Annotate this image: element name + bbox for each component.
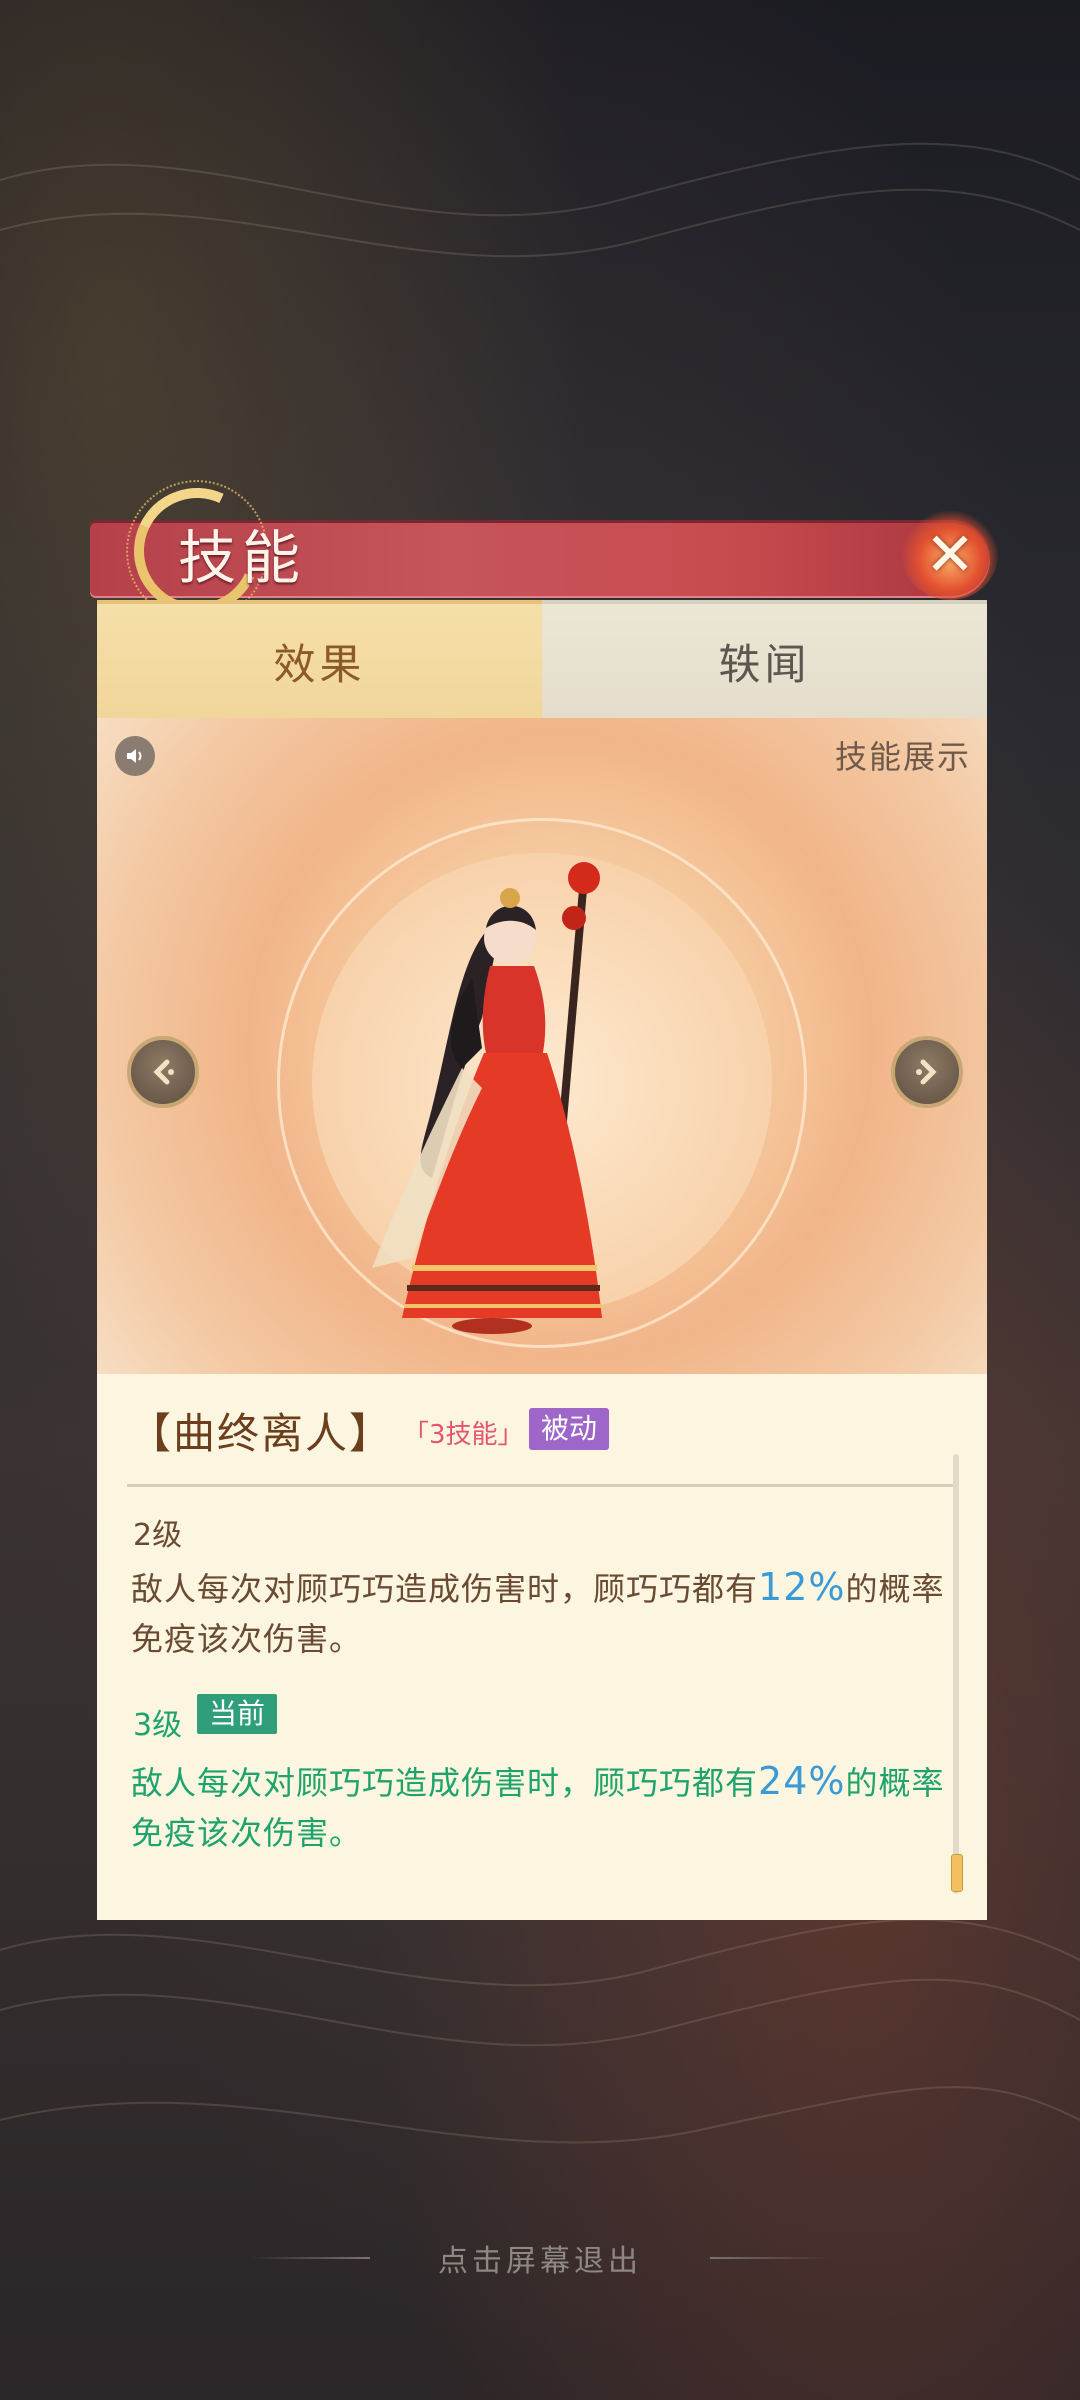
close-icon: ✕ [924,520,976,590]
current-level-badge: 当前 [197,1694,278,1734]
level-3-label: 3级 [133,1708,183,1743]
tab-anecdote[interactable]: 轶闻 [542,600,987,718]
tab-bar: 效果 轶闻 [97,600,987,718]
prev-button[interactable] [127,1036,199,1108]
dialog-title: 技能 [178,524,307,592]
next-button[interactable] [891,1036,963,1108]
scrollbar-thumb[interactable] [951,1854,963,1892]
level-2-desc-prefix: 敌人每次对顾巧巧造成伤害时，顾巧巧都有 [131,1570,759,1608]
skill-type-badge: 被动 [529,1408,610,1450]
level-3-desc-prefix: 敌人每次对顾巧巧造成伤害时，顾巧巧都有 [131,1764,759,1802]
skill-name: 【曲终离人】 [129,1409,394,1458]
skill-info: 【曲终离人】 「3技能」 被动 2级 敌人每次对顾巧巧造成伤害时，顾巧巧都有12… [97,1374,987,1920]
skill-show-button[interactable]: 技能展示 [835,732,971,778]
level-3-description: 敌人每次对顾巧巧造成伤害时，顾巧巧都有24%的概率免疫该次伤害。 [131,1756,951,1858]
divider [127,1484,957,1487]
skill-slot-tag: 「3技能」 [403,1420,524,1450]
close-button[interactable]: ✕ [902,510,998,600]
chevron-left-icon [153,1059,174,1085]
chevron-right-icon [916,1059,937,1085]
tab-effect[interactable]: 效果 [97,600,542,718]
level-2-chance: 12% [758,1565,846,1609]
speaker-icon[interactable] [115,736,155,776]
scrollbar-track[interactable] [953,1454,959,1894]
level-2-description: 敌人每次对顾巧巧造成伤害时，顾巧巧都有12%的概率免疫该次伤害。 [131,1562,951,1664]
skill-panel: 效果 轶闻 技能展示 【曲终离人】 「3技能」 被动 2级 敌人每次对顾巧巧造成… [97,600,987,1920]
level-2-label: 2级 [133,1518,183,1553]
skill-showcase: 技能展示 [97,718,987,1374]
character-figure [372,862,602,1334]
exit-hint[interactable]: 点击屏幕退出 [0,2236,1080,2280]
level-3-chance: 24% [758,1759,846,1803]
